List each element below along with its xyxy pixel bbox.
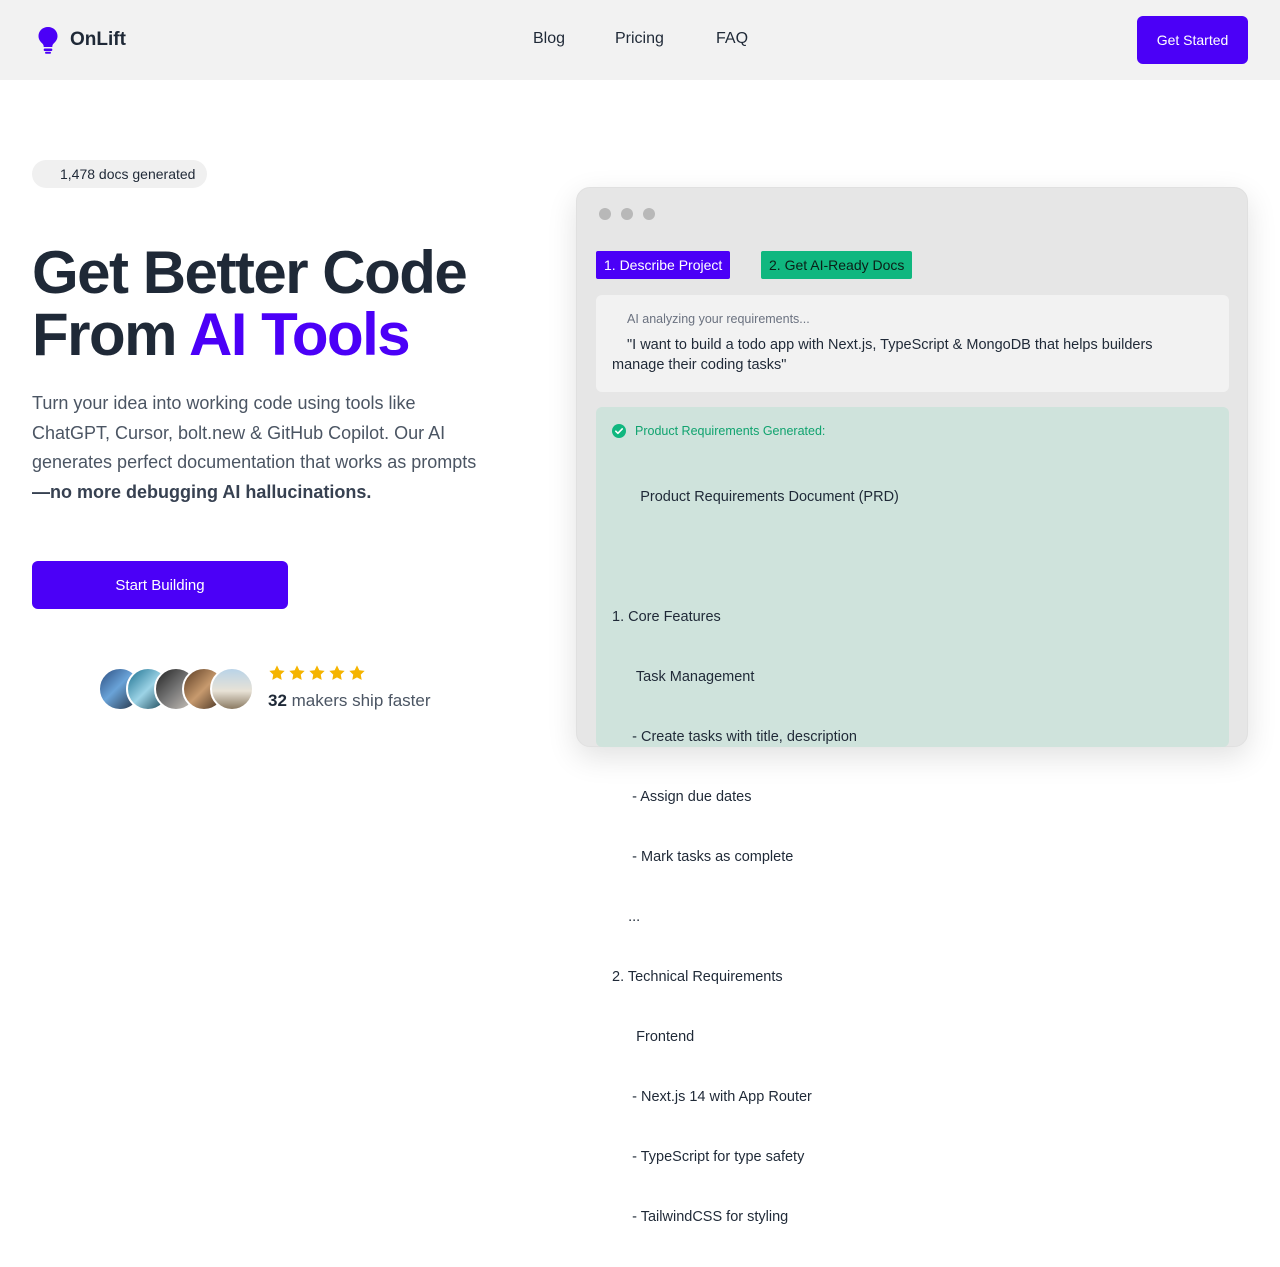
prd-line: - Assign due dates	[612, 789, 752, 805]
hero-title-accent: AI Tools	[188, 301, 411, 368]
prd-line: Frontend	[612, 1029, 695, 1045]
check-circle-icon	[612, 424, 626, 438]
prd-line: - Next.js 14 with App Router	[612, 1089, 812, 1105]
docs-generated-badge: 1,478 docs generated	[32, 160, 208, 188]
makers-count-text: 32 makers ship faster	[268, 691, 431, 711]
maker-avatars	[98, 667, 258, 711]
hero-description-strong: —no more debugging AI hallucinations.	[32, 481, 372, 502]
step-describe-project: 1. Describe Project	[596, 251, 731, 279]
makers-count: 32	[268, 691, 287, 710]
prd-line: ...	[612, 909, 641, 925]
prd-document: Product Requirements Document (PRD) 1. C…	[612, 447, 899, 1267]
demo-window: 1. Describe Project 2. Get AI-Ready Docs…	[576, 187, 1248, 1225]
prompt-text: "I want to build a todo app with Next.js…	[612, 337, 1153, 373]
prd-line: - TypeScript for type safety	[612, 1149, 805, 1165]
window-dot-icon	[621, 208, 633, 220]
prd-output-box: Product Requirements Generated: Product …	[596, 407, 1229, 1225]
nav-link-pricing[interactable]: Pricing	[615, 30, 664, 48]
analyzing-status: AI analyzing your requirements...	[627, 312, 810, 326]
window-dot-icon	[643, 208, 655, 220]
prd-line: - Create tasks with title, description	[612, 729, 857, 745]
star-icon	[309, 665, 325, 680]
stars	[268, 664, 366, 682]
start-building-button[interactable]: Start Building	[32, 561, 288, 609]
hero-title-line2: From AI Tools	[32, 304, 466, 366]
hero-title-prefix: From	[32, 301, 189, 368]
logo-text: OnLift	[70, 29, 126, 50]
prd-line: Task Management	[612, 669, 755, 685]
nav-link-blog[interactable]: Blog	[533, 30, 565, 48]
makers-label: makers ship faster	[286, 691, 431, 710]
step-get-docs: 2. Get AI-Ready Docs	[761, 251, 913, 279]
prd-line: - TailwindCSS for styling	[612, 1209, 789, 1225]
star-rating	[268, 664, 366, 682]
prompt-box: AI analyzing your requirements... "I wan…	[596, 295, 1229, 392]
prd-line: Product Requirements Document (PRD)	[612, 489, 899, 505]
star-icon	[269, 665, 285, 680]
hero-title: Get Better Code From AI Tools	[32, 239, 468, 366]
avatar	[210, 667, 254, 711]
prd-line: 2. Technical Requirements	[612, 969, 783, 985]
prd-status: Product Requirements Generated:	[635, 424, 826, 438]
prd-line: - Mark tasks as complete	[612, 849, 794, 865]
hero-description-text: Turn your idea into working code using t…	[32, 393, 477, 472]
logo[interactable]: OnLift	[36, 26, 126, 54]
prd-line: 1. Core Features	[612, 609, 721, 625]
star-icon	[329, 665, 345, 680]
hero-description: Turn your idea into working code using t…	[32, 389, 492, 507]
get-started-button[interactable]: Get Started	[1137, 16, 1248, 64]
nav-link-faq[interactable]: FAQ	[716, 30, 748, 48]
site-header: OnLift Blog Pricing FAQ Get Started	[0, 0, 1280, 80]
prd-line	[612, 547, 899, 567]
star-icon	[289, 665, 305, 680]
hero-title-line1: Get Better Code	[32, 239, 468, 306]
star-icon	[349, 665, 365, 680]
window-dot-icon	[599, 208, 611, 220]
lightbulb-icon	[38, 27, 58, 54]
